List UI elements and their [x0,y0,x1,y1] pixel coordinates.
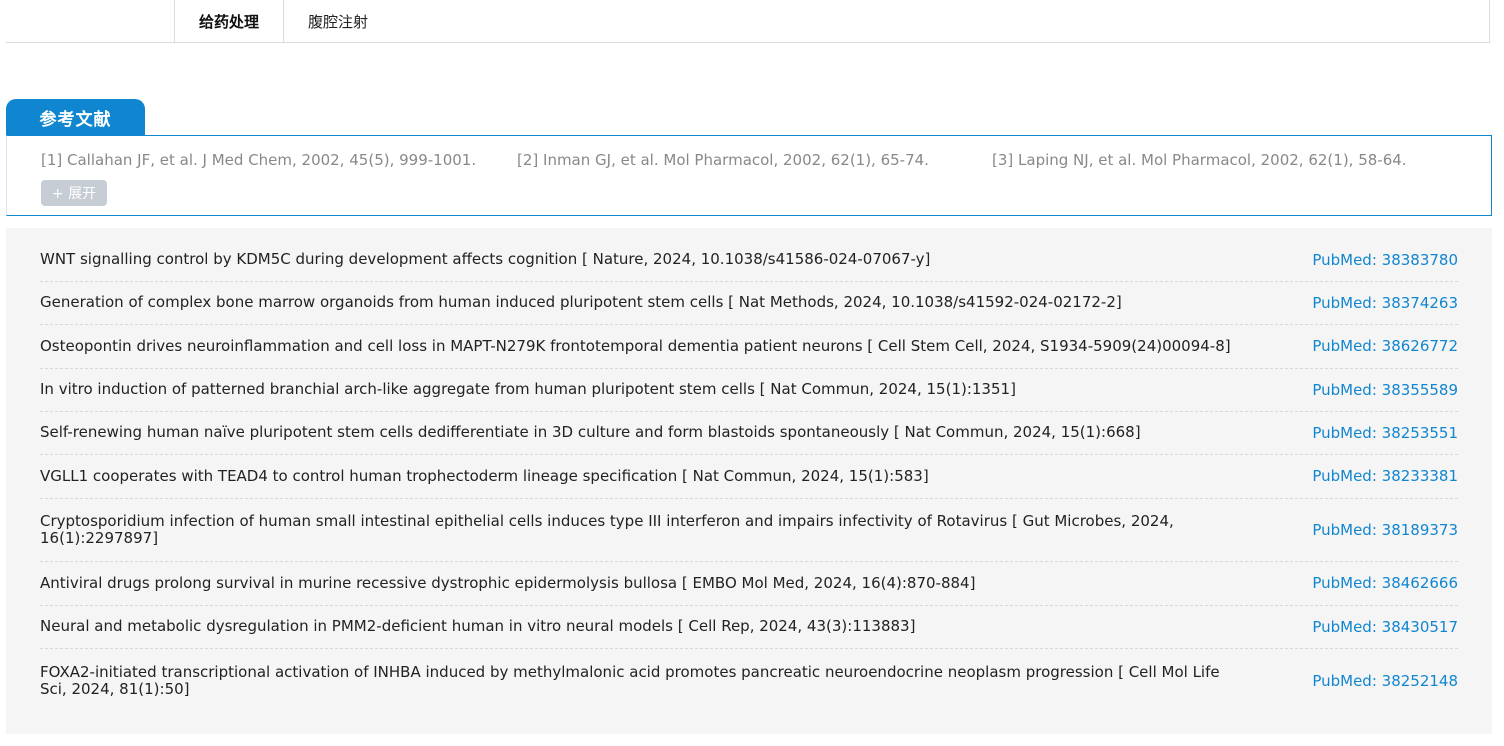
citation-row: Antiviral drugs prolong survival in muri… [40,561,1458,606]
citation-title: Osteopontin drives neuroinflammation and… [40,336,1231,355]
references-tab[interactable]: 参考文献 [6,99,145,135]
citation-title: FOXA2-initiated transcriptional activati… [40,663,1220,698]
pubmed-link[interactable]: PubMed: 38383780 [1312,251,1458,269]
citation-title: Self-renewing human naïve pluripotent st… [40,423,1141,441]
pubmed-link[interactable]: PubMed: 38189373 [1312,521,1458,539]
reference-item-3: [3] Laping NJ, et al. Mol Pharmacol, 200… [992,151,1407,169]
pubmed-link[interactable]: PubMed: 38374263 [1312,294,1458,312]
citation-title: Generation of complex bone marrow organo… [40,293,1122,311]
references-box: [1] Callahan JF, et al. J Med Chem, 2002… [6,135,1492,216]
pubmed-link[interactable]: PubMed: 38252148 [1312,672,1458,690]
pubmed-link[interactable]: PubMed: 38626772 [1312,337,1458,355]
citation-row: Generation of complex bone marrow organo… [40,281,1458,325]
citation-row: Self-renewing human naïve pluripotent st… [40,411,1458,455]
dosing-row: 给药处理 腹腔注射 [174,0,368,43]
reference-item-2: [2] Inman GJ, et al. Mol Pharmacol, 2002… [517,151,929,169]
citation-title: WNT signalling control by KDM5C during d… [40,250,931,268]
pubmed-link[interactable]: PubMed: 38355589 [1312,381,1458,399]
pubmed-link[interactable]: PubMed: 38253551 [1312,424,1458,442]
dosing-value: 腹腔注射 [308,13,369,31]
citation-title: Cryptosporidium infection of human small… [40,511,1174,547]
citation-row: FOXA2-initiated transcriptional activati… [40,648,1458,714]
citation-title: In vitro induction of patterned branchia… [40,380,1016,398]
citation-title: Neural and metabolic dysregulation in PM… [40,617,916,635]
citations-panel: WNT signalling control by KDM5C during d… [6,228,1492,734]
pubmed-link[interactable]: PubMed: 38233381 [1312,467,1458,485]
citation-title: VGLL1 cooperates with TEAD4 to control h… [40,466,929,485]
dosing-table: 给药处理 腹腔注射 [6,0,1490,43]
citation-row: Neural and metabolic dysregulation in PM… [40,605,1458,649]
citation-row: Cryptosporidium infection of human small… [40,498,1458,562]
citation-row: Osteopontin drives neuroinflammation and… [40,324,1458,369]
dosing-label: 给药处理 [174,0,284,43]
citation-row: VGLL1 cooperates with TEAD4 to control h… [40,454,1458,499]
pubmed-link[interactable]: PubMed: 38430517 [1312,618,1458,636]
reference-item-1: [1] Callahan JF, et al. J Med Chem, 2002… [41,151,477,169]
citation-row: WNT signalling control by KDM5C during d… [40,238,1458,282]
expand-button[interactable]: + 展开 [41,180,107,206]
citation-title: Antiviral drugs prolong survival in muri… [40,573,976,592]
citation-row: In vitro induction of patterned branchia… [40,368,1458,412]
pubmed-link[interactable]: PubMed: 38462666 [1312,574,1458,592]
